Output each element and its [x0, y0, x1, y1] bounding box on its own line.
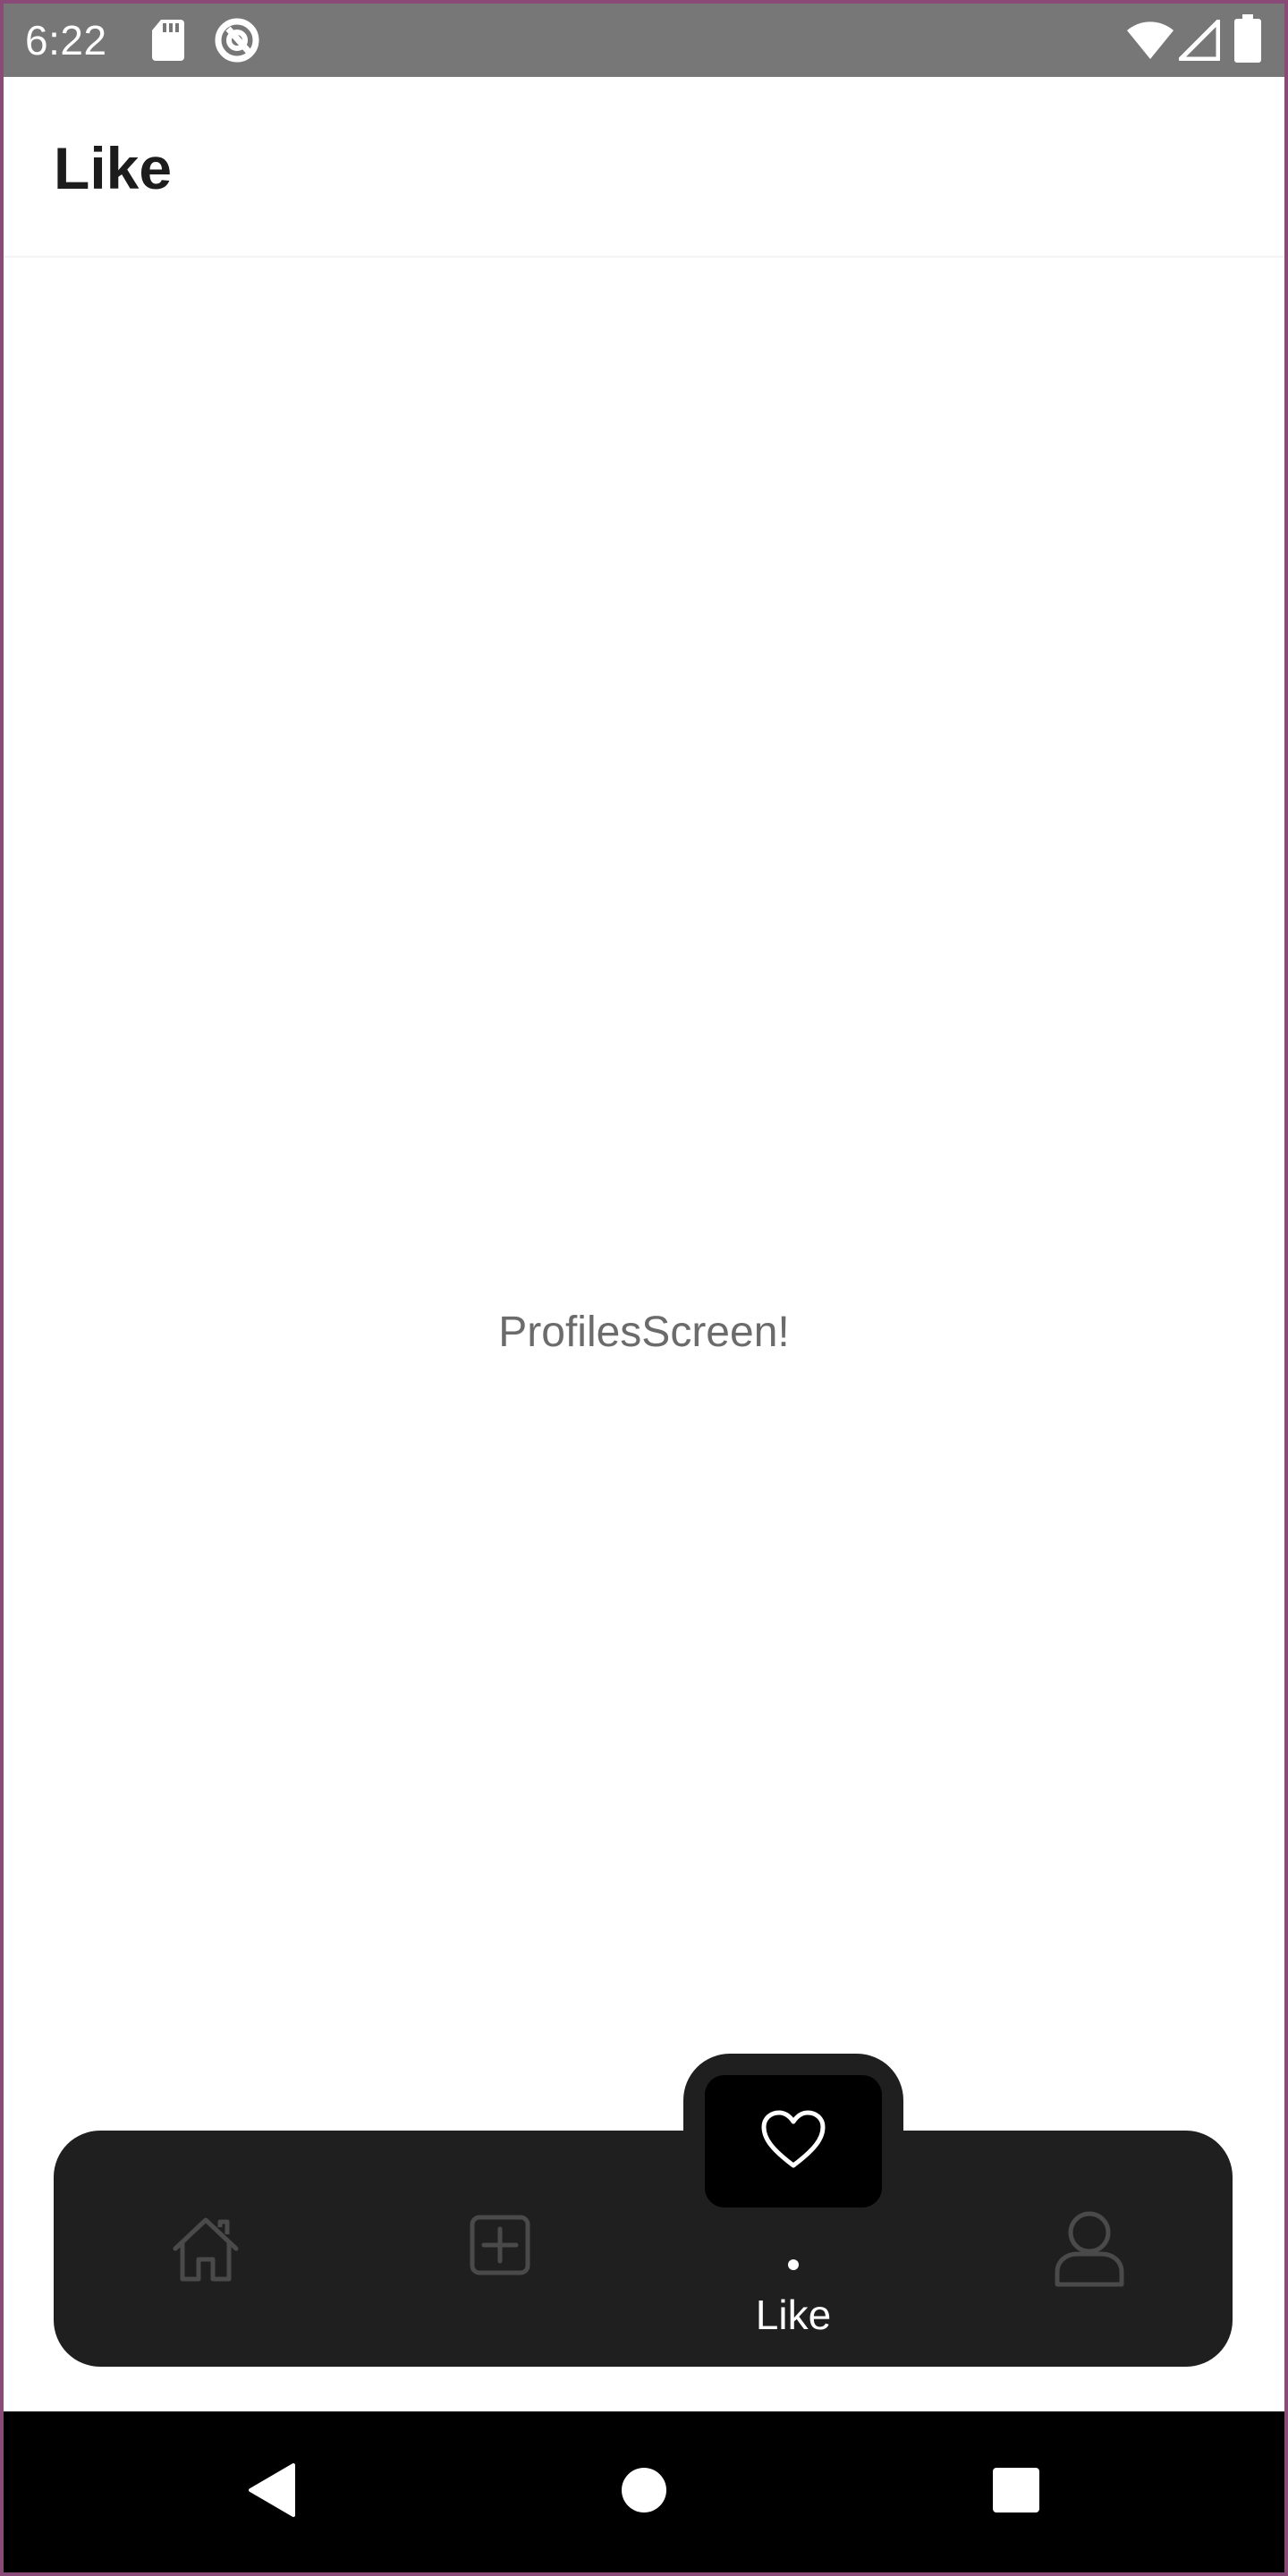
nav-recents-button[interactable]: [971, 2411, 1061, 2572]
home-circle-icon: [621, 2467, 667, 2518]
app-header: Like: [4, 77, 1284, 258]
page-title: Like: [54, 135, 173, 201]
add-square-icon: [469, 2214, 531, 2281]
wifi-icon: [1125, 18, 1175, 65]
system-navigation-bar: [4, 2411, 1284, 2572]
tab-home[interactable]: [161, 2206, 250, 2295]
profile-icon: [1054, 2209, 1125, 2294]
status-bar: 6:22: [4, 4, 1284, 77]
nav-back-button[interactable]: [227, 2411, 317, 2572]
sd-card-icon: [150, 18, 186, 67]
tab-profile[interactable]: [1045, 2202, 1134, 2301]
nav-home-button[interactable]: [599, 2411, 689, 2572]
status-time: 6:22: [25, 17, 107, 64]
screen-placeholder-text: ProfilesScreen!: [498, 1309, 790, 1356]
home-icon: [170, 2213, 242, 2289]
back-icon: [247, 2462, 297, 2521]
main-content: ProfilesScreen!: [4, 258, 1284, 2413]
phone-screen: 6:22 Like ProfilesScreen! Like: [4, 4, 1284, 2572]
active-tab-indicator: [788, 2259, 799, 2270]
heart-icon: [761, 2110, 826, 2174]
signal-icon: [1178, 19, 1221, 65]
battery-icon: [1234, 14, 1261, 67]
recents-icon: [992, 2467, 1040, 2518]
tab-like-label: Like: [755, 2292, 832, 2338]
tab-add[interactable]: [455, 2202, 545, 2292]
tab-like[interactable]: [705, 2075, 882, 2207]
data-saver-icon: [213, 16, 261, 69]
